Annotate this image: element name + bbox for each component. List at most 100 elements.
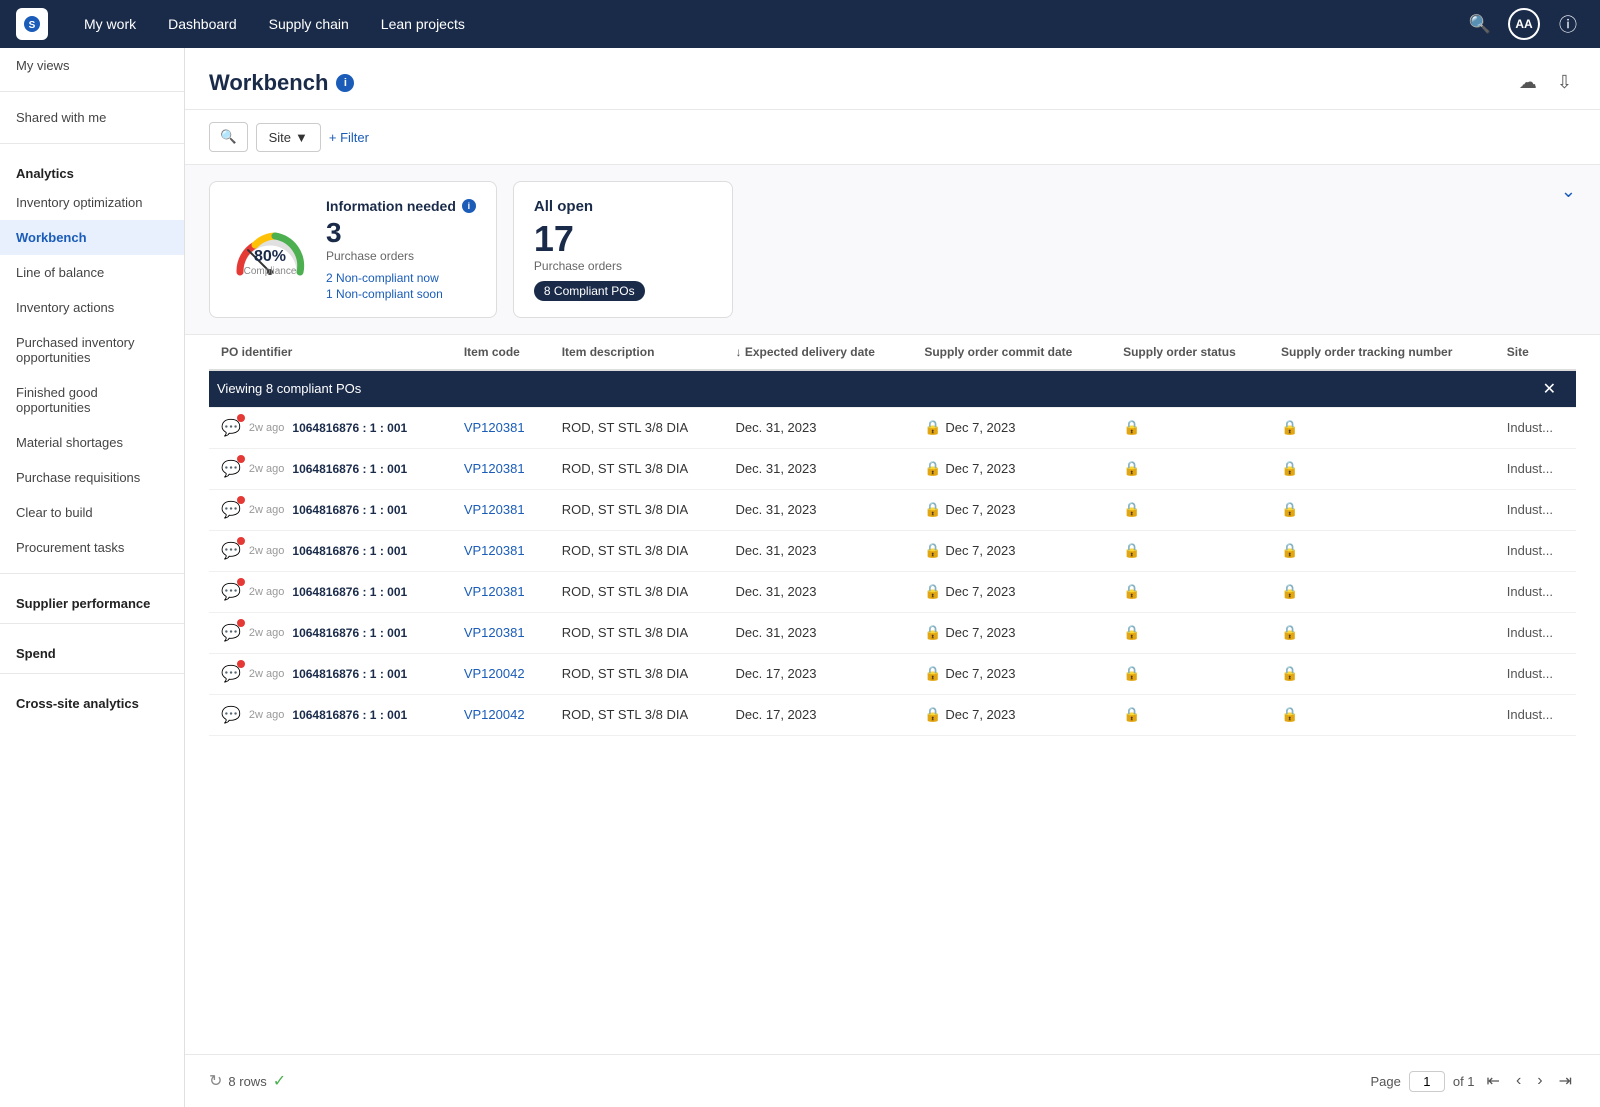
sidebar-item-shared-with-me[interactable]: Shared with me bbox=[0, 100, 184, 135]
nav-supply-chain[interactable]: Supply chain bbox=[257, 8, 361, 40]
table-row[interactable]: 💬 2w ago 1064816876 : 1 : 001 VP120381RO… bbox=[209, 571, 1576, 612]
po-id: 1064816876 : 1 : 001 bbox=[292, 585, 407, 599]
sidebar-item-my-views[interactable]: My views bbox=[0, 48, 184, 83]
col-item-description: Item description bbox=[550, 335, 724, 370]
delivery-date-cell: Dec. 17, 2023 bbox=[724, 653, 913, 694]
prev-page-button[interactable]: ‹ bbox=[1512, 1068, 1525, 1094]
nav-my-work[interactable]: My work bbox=[72, 8, 148, 40]
item-code-cell[interactable]: VP120381 bbox=[452, 571, 550, 612]
item-code-cell[interactable]: VP120381 bbox=[452, 612, 550, 653]
item-code-link[interactable]: VP120381 bbox=[464, 543, 525, 558]
sidebar-item-clear-to-build[interactable]: Clear to build bbox=[0, 495, 184, 530]
refresh-icon[interactable]: ↻ bbox=[209, 1071, 222, 1091]
item-code-cell[interactable]: VP120381 bbox=[452, 448, 550, 489]
item-code-link[interactable]: VP120042 bbox=[464, 666, 525, 681]
table-row[interactable]: 💬 2w ago 1064816876 : 1 : 001 VP120381RO… bbox=[209, 612, 1576, 653]
sidebar-supplier-perf-category[interactable]: Supplier performance bbox=[0, 582, 184, 615]
sidebar-item-purchased-inventory[interactable]: Purchased inventory opportunities bbox=[0, 325, 184, 375]
info-needed-info-icon[interactable]: i bbox=[462, 199, 476, 213]
download-button[interactable]: ⇩ bbox=[1553, 68, 1576, 97]
item-code-link[interactable]: VP120381 bbox=[464, 502, 525, 517]
delivery-date-cell: Dec. 31, 2023 bbox=[724, 407, 913, 448]
app-logo[interactable]: S bbox=[16, 8, 48, 40]
info-needed-title: Information needed i bbox=[326, 198, 476, 214]
sidebar-item-inventory-optimization[interactable]: Inventory optimization bbox=[0, 185, 184, 220]
item-code-cell[interactable]: VP120042 bbox=[452, 694, 550, 735]
item-desc-cell: ROD, ST STL 3/8 DIA bbox=[550, 489, 724, 530]
compliance-label: Compliance bbox=[230, 266, 310, 277]
compliance-percent: 80% bbox=[230, 248, 310, 266]
alert-non-compliant-soon[interactable]: 1 Non-compliant soon bbox=[326, 287, 476, 301]
nav-dashboard[interactable]: Dashboard bbox=[156, 8, 249, 40]
page-info-icon[interactable]: i bbox=[336, 74, 354, 92]
alert-non-compliant-now[interactable]: 2 Non-compliant now bbox=[326, 271, 476, 285]
item-code-link[interactable]: VP120381 bbox=[464, 461, 525, 476]
search-button[interactable]: 🔍 bbox=[209, 122, 248, 152]
delivery-date-cell: Dec. 31, 2023 bbox=[724, 489, 913, 530]
tracking-lock-icon: 🔒 bbox=[1281, 583, 1298, 599]
col-delivery-date[interactable]: ↓ Expected delivery date bbox=[724, 335, 913, 370]
unread-badge bbox=[237, 496, 245, 504]
order-status-cell: 🔒 bbox=[1111, 448, 1269, 489]
last-page-button[interactable]: ⇥ bbox=[1555, 1067, 1576, 1095]
help-icon[interactable]: ⓘ bbox=[1552, 8, 1584, 40]
time-ago: 2w ago bbox=[249, 545, 284, 557]
compliant-badge[interactable]: 8 Compliant POs bbox=[534, 281, 645, 301]
site-cell: Indust... bbox=[1495, 612, 1576, 653]
sidebar-analytics-category[interactable]: Analytics bbox=[0, 152, 184, 185]
user-avatar[interactable]: AA bbox=[1508, 8, 1540, 40]
add-filter-button[interactable]: + Filter bbox=[329, 130, 369, 145]
sidebar-item-purchase-requisitions[interactable]: Purchase requisitions bbox=[0, 460, 184, 495]
expand-button[interactable]: ⌄ bbox=[1561, 181, 1576, 202]
col-order-status: Supply order status bbox=[1111, 335, 1269, 370]
status-lock-icon: 🔒 bbox=[1123, 583, 1140, 599]
upload-button[interactable]: ☁ bbox=[1515, 68, 1541, 97]
sidebar-item-line-of-balance[interactable]: Line of balance bbox=[0, 255, 184, 290]
table-row[interactable]: 💬 2w ago 1064816876 : 1 : 001 VP120381RO… bbox=[209, 489, 1576, 530]
po-identifier-cell: 💬 2w ago 1064816876 : 1 : 001 bbox=[209, 530, 452, 571]
nav-lean-projects[interactable]: Lean projects bbox=[369, 8, 477, 40]
table-row[interactable]: 💬 2w ago 1064816876 : 1 : 001 VP120381RO… bbox=[209, 448, 1576, 489]
sidebar-item-inventory-actions[interactable]: Inventory actions bbox=[0, 290, 184, 325]
delivery-date-cell: Dec. 31, 2023 bbox=[724, 530, 913, 571]
status-lock-icon: 🔒 bbox=[1123, 706, 1140, 722]
table-row[interactable]: 💬 2w ago 1064816876 : 1 : 001 VP120042RO… bbox=[209, 653, 1576, 694]
sidebar-item-finished-good[interactable]: Finished good opportunities bbox=[0, 375, 184, 425]
table-row[interactable]: 💬 2w ago 1064816876 : 1 : 001 VP120381RO… bbox=[209, 530, 1576, 571]
page-header: Workbench i ☁ ⇩ bbox=[185, 48, 1600, 110]
item-code-link[interactable]: VP120042 bbox=[464, 707, 525, 722]
table-row[interactable]: 💬 2w ago 1064816876 : 1 : 001 VP120381RO… bbox=[209, 407, 1576, 448]
next-page-button[interactable]: › bbox=[1533, 1068, 1546, 1094]
sidebar-spend-category[interactable]: Spend bbox=[0, 632, 184, 665]
item-code-cell[interactable]: VP120381 bbox=[452, 530, 550, 571]
item-code-link[interactable]: VP120381 bbox=[464, 625, 525, 640]
sidebar-item-procurement-tasks[interactable]: Procurement tasks bbox=[0, 530, 184, 565]
order-status-cell: 🔒 bbox=[1111, 489, 1269, 530]
item-code-link[interactable]: VP120381 bbox=[464, 584, 525, 599]
table-row[interactable]: 💬 2w ago 1064816876 : 1 : 001 VP120042RO… bbox=[209, 694, 1576, 735]
tracking-number-cell: 🔒 bbox=[1269, 448, 1495, 489]
tracking-lock-icon: 🔒 bbox=[1281, 460, 1298, 476]
item-code-cell[interactable]: VP120042 bbox=[452, 653, 550, 694]
lock-icon: 🔒 bbox=[924, 419, 941, 435]
viewing-banner-close[interactable]: ✕ bbox=[1531, 379, 1568, 399]
item-code-link[interactable]: VP120381 bbox=[464, 420, 525, 435]
item-code-cell[interactable]: VP120381 bbox=[452, 489, 550, 530]
sidebar-item-workbench[interactable]: Workbench bbox=[0, 220, 184, 255]
first-page-button[interactable]: ⇤ bbox=[1483, 1067, 1504, 1095]
message-icon: 💬 bbox=[221, 420, 241, 437]
item-code-cell[interactable]: VP120381 bbox=[452, 407, 550, 448]
page-number-input[interactable] bbox=[1409, 1071, 1445, 1092]
item-desc-cell: ROD, ST STL 3/8 DIA bbox=[550, 694, 724, 735]
sidebar-item-material-shortages[interactable]: Material shortages bbox=[0, 425, 184, 460]
lock-icon: 🔒 bbox=[924, 706, 941, 722]
sidebar-cross-site-category[interactable]: Cross-site analytics bbox=[0, 682, 184, 715]
site-filter-button[interactable]: Site ▼ bbox=[256, 123, 321, 152]
message-icon: 💬 bbox=[221, 584, 241, 601]
search-icon[interactable]: 🔍 bbox=[1464, 8, 1496, 40]
page-actions: ☁ ⇩ bbox=[1515, 68, 1576, 97]
item-desc-cell: ROD, ST STL 3/8 DIA bbox=[550, 653, 724, 694]
col-tracking-number: Supply order tracking number bbox=[1269, 335, 1495, 370]
viewing-banner: Viewing 8 compliant POs ✕ bbox=[209, 371, 1576, 407]
po-id: 1064816876 : 1 : 001 bbox=[292, 667, 407, 681]
